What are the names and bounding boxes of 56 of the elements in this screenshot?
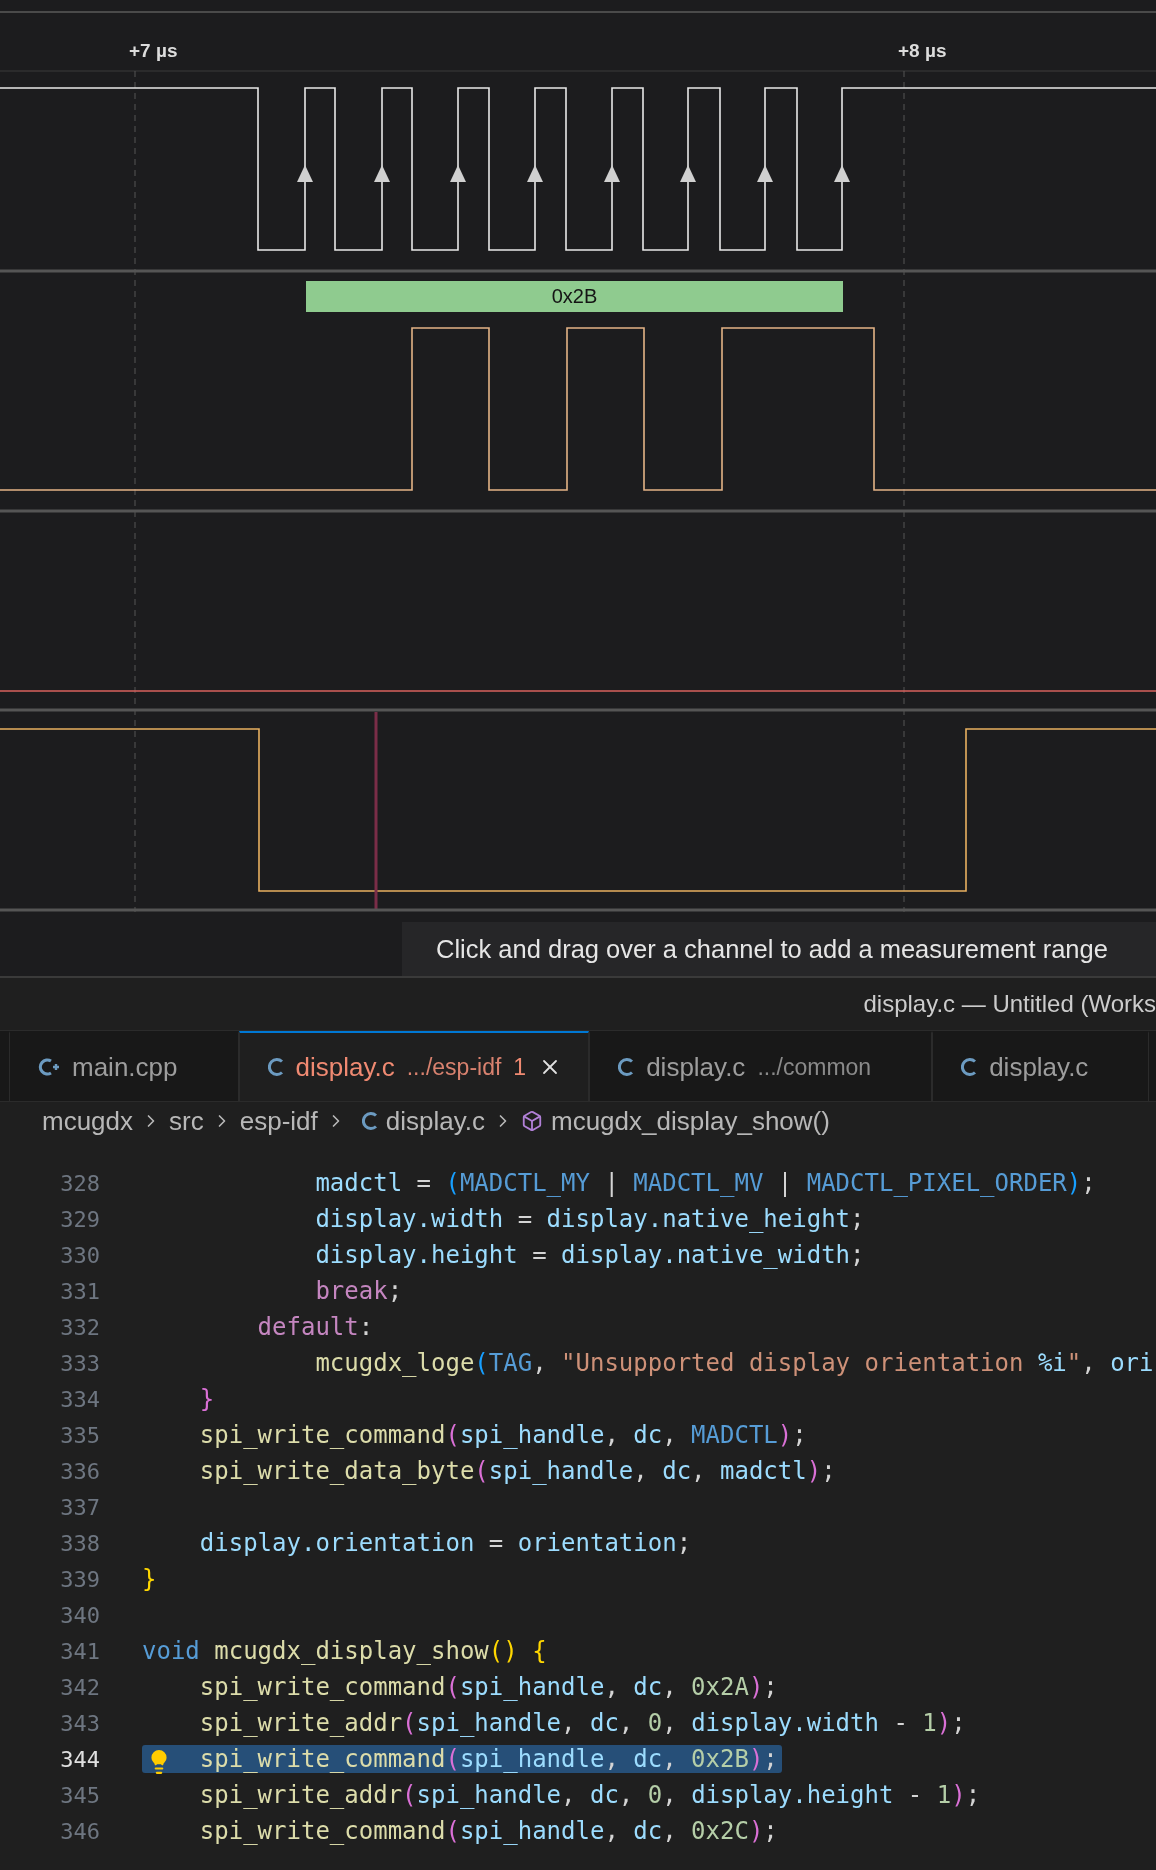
editor-tab[interactable]: main.cpp	[9, 1031, 239, 1101]
code-line: spi_write_addr(spi_handle, dc, 0, display.height - 1);	[198, 1781, 982, 1809]
line-number: 333	[59, 1350, 100, 1376]
decoded-byte-bar[interactable]: 0x2B	[306, 281, 843, 312]
breadcrumb-item[interactable]: mcugdx	[42, 1105, 134, 1137]
code-line: break;	[314, 1277, 404, 1305]
hint-tooltip: Click and drag over a channel to add a measurement range	[402, 922, 1156, 976]
c-file-icon	[267, 1057, 284, 1077]
code-line: madctl = (MADCTL_MY | MADCTL_MV | MADCTL_PIXEL_ORDER);	[314, 1169, 1097, 1197]
line-number: 334	[59, 1386, 100, 1412]
code-line: default:	[256, 1313, 375, 1341]
code-line: display.width = display.native_height;	[314, 1205, 866, 1233]
editor-tab[interactable]: display.c .../common	[589, 1031, 933, 1101]
c-file-icon	[961, 1057, 978, 1077]
code-line: spi_write_command(spi_handle, dc, 0x2A);	[198, 1673, 779, 1701]
problem-count: 1	[513, 1053, 527, 1081]
time-marker-label: +7 µs	[129, 40, 178, 62]
breadcrumb-item[interactable]: src	[169, 1105, 204, 1137]
cube-icon	[521, 1110, 543, 1132]
editor-tab[interactable]: display.c .../esp-idf 1	[238, 1031, 590, 1101]
line-number: 343	[59, 1710, 100, 1736]
code-line: void mcugdx_display_show() {	[142, 1637, 548, 1665]
breadcrumb-item[interactable]: mcugdx_display_show()	[551, 1105, 830, 1137]
line-number: 338	[59, 1530, 100, 1556]
time-marker-label: +8 µs	[898, 40, 947, 62]
code-line: mcugdx_loge(TAG, "Unsupported display orientation %i", ori	[314, 1349, 1155, 1377]
line-number: 346	[59, 1818, 100, 1844]
c-file-icon	[618, 1057, 635, 1077]
window-title: display.c — Untitled (Works	[863, 990, 1156, 1018]
code-line: display.orientation = orientation;	[198, 1529, 693, 1557]
code-line: spi_write_command(spi_handle, dc, 0x2C);	[198, 1817, 779, 1845]
code-line: display.height = display.native_width;	[314, 1241, 866, 1269]
line-number: 328	[59, 1170, 100, 1196]
code-line: }	[198, 1385, 216, 1413]
breadcrumb-item[interactable]: display.c	[385, 1105, 485, 1137]
c-file-icon	[361, 1111, 378, 1131]
line-number: 344	[59, 1746, 100, 1772]
line-number: 337	[59, 1494, 100, 1520]
cpp-file-icon	[38, 1057, 60, 1077]
line-number: 332	[59, 1314, 100, 1340]
line-number: 345	[59, 1782, 100, 1808]
line-number: 330	[59, 1242, 100, 1268]
code-line: }	[142, 1565, 158, 1593]
breadcrumb-item[interactable]: esp-idf	[239, 1105, 318, 1137]
code-line: spi_write_command(spi_handle, dc, MADCTL);	[198, 1421, 808, 1449]
line-number: 335	[59, 1422, 100, 1448]
line-number: 342	[59, 1674, 100, 1700]
line-number: 331	[59, 1278, 100, 1304]
line-number: 339	[59, 1566, 100, 1592]
line-number: 341	[59, 1638, 100, 1664]
line-number: 340	[59, 1602, 100, 1628]
code-line: spi_write_addr(spi_handle, dc, 0, display.width - 1);	[198, 1709, 967, 1737]
line-number: 329	[59, 1206, 100, 1232]
editor-tab[interactable]: display.c	[932, 1031, 1150, 1101]
code-line: spi_write_data_byte(spi_handle, dc, madctl);	[198, 1457, 837, 1485]
line-number: 336	[59, 1458, 100, 1484]
